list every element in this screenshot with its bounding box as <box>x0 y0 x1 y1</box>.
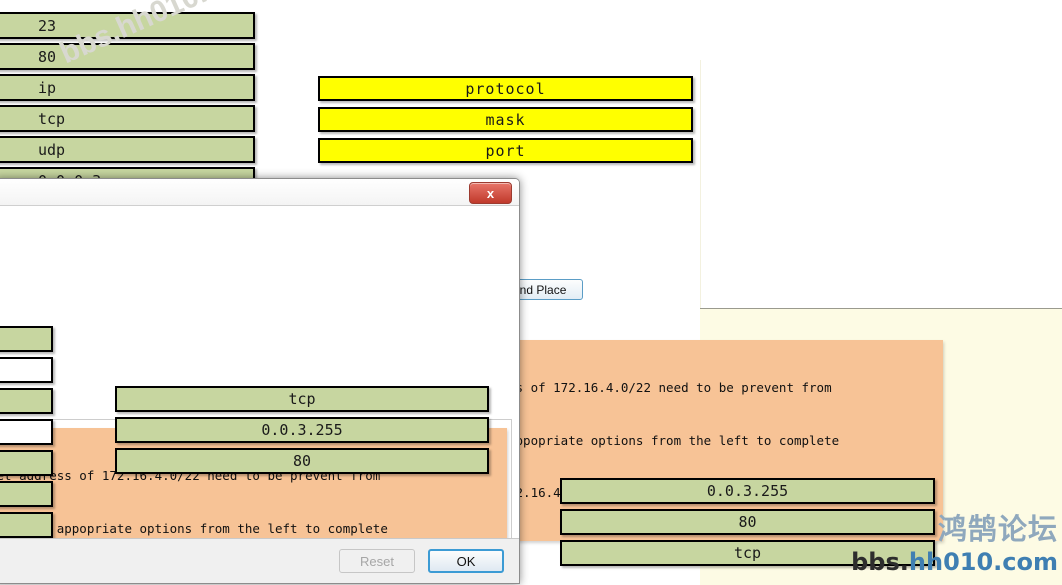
dialog-footer: Reset OK <box>0 538 519 583</box>
dialog-option-tile[interactable] <box>0 419 53 445</box>
forum-url-prefix: bbs. <box>851 548 909 576</box>
reset-button[interactable]: Reset <box>339 549 415 573</box>
exhibit-dialog: x net address of 172.16.4.0/22 need to b… <box>0 178 520 584</box>
forum-logo-watermark: 鸿鹄论坛 <box>937 512 1058 546</box>
field-label-mask: mask <box>318 107 693 132</box>
field-label-text: mask <box>485 110 526 129</box>
vertical-divider <box>700 60 701 310</box>
forum-url-watermark: bbs.hh010.com <box>851 548 1058 576</box>
forum-url-suffix: hh010.com <box>908 548 1058 576</box>
ok-button-label: OK <box>456 553 476 569</box>
option-tile-label: 80 <box>38 47 57 66</box>
dialog-option-tile[interactable] <box>0 357 53 383</box>
dialog-option-tile[interactable] <box>0 388 53 414</box>
dialog-option-tile[interactable] <box>0 512 53 538</box>
option-tile-label: udp <box>38 140 66 159</box>
close-icon-glyph: x <box>486 185 495 201</box>
instruction-line: ss of 172.16.4.0/22 need to be prevent f… <box>508 380 832 395</box>
instruction-line: Drag the appopriate options from the lef… <box>0 520 388 536</box>
dialog-option-tile[interactable] <box>0 326 53 352</box>
instruction-line: appopriate options from the left to comp… <box>508 432 840 448</box>
answer-slot-label: 0.0.3.255 <box>706 482 789 500</box>
option-tile-ip[interactable]: ip <box>0 74 255 101</box>
answer-slot-label: 0.0.3.255 <box>261 421 343 439</box>
dialog-option-tile[interactable] <box>0 481 53 507</box>
option-tile-label: tcp <box>38 109 66 128</box>
option-tile-label: 23 <box>38 16 57 35</box>
background-answer-slot-mask[interactable]: 0.0.3.255 <box>560 478 935 504</box>
dialog-body: net address of 172.16.4.0/22 need to be … <box>0 205 519 583</box>
answer-slot-label: tcp <box>288 390 316 408</box>
dialog-answer-slot-protocol[interactable]: tcp <box>115 386 489 412</box>
reset-button-label: Reset <box>360 553 394 569</box>
option-tile-tcp[interactable]: tcp <box>0 105 255 132</box>
answer-slot-label: tcp <box>733 544 762 562</box>
ok-button[interactable]: OK <box>428 549 504 573</box>
background-answer-slot-port[interactable]: 80 <box>560 509 935 535</box>
dialog-answer-slot-port[interactable]: 80 <box>115 448 489 474</box>
field-label-port: port <box>318 138 693 163</box>
option-tile-udp[interactable]: udp <box>0 136 255 163</box>
field-label-protocol: protocol <box>318 76 693 101</box>
dialog-option-tile[interactable] <box>0 450 53 476</box>
field-label-text: protocol <box>465 79 546 98</box>
close-icon[interactable]: x <box>469 182 512 204</box>
field-label-text: port <box>485 141 526 160</box>
option-tile-label: ip <box>38 78 57 97</box>
drag-and-place-label: and Place <box>513 282 567 297</box>
option-tile-23[interactable]: 23 <box>0 12 255 39</box>
dialog-titlebar[interactable]: x <box>0 179 519 205</box>
answer-slot-label: 80 <box>292 452 312 470</box>
dialog-answer-slot-mask[interactable]: 0.0.3.255 <box>115 417 489 443</box>
answer-slot-label: 80 <box>738 513 757 531</box>
option-tile-80[interactable]: 80 <box>0 43 255 70</box>
